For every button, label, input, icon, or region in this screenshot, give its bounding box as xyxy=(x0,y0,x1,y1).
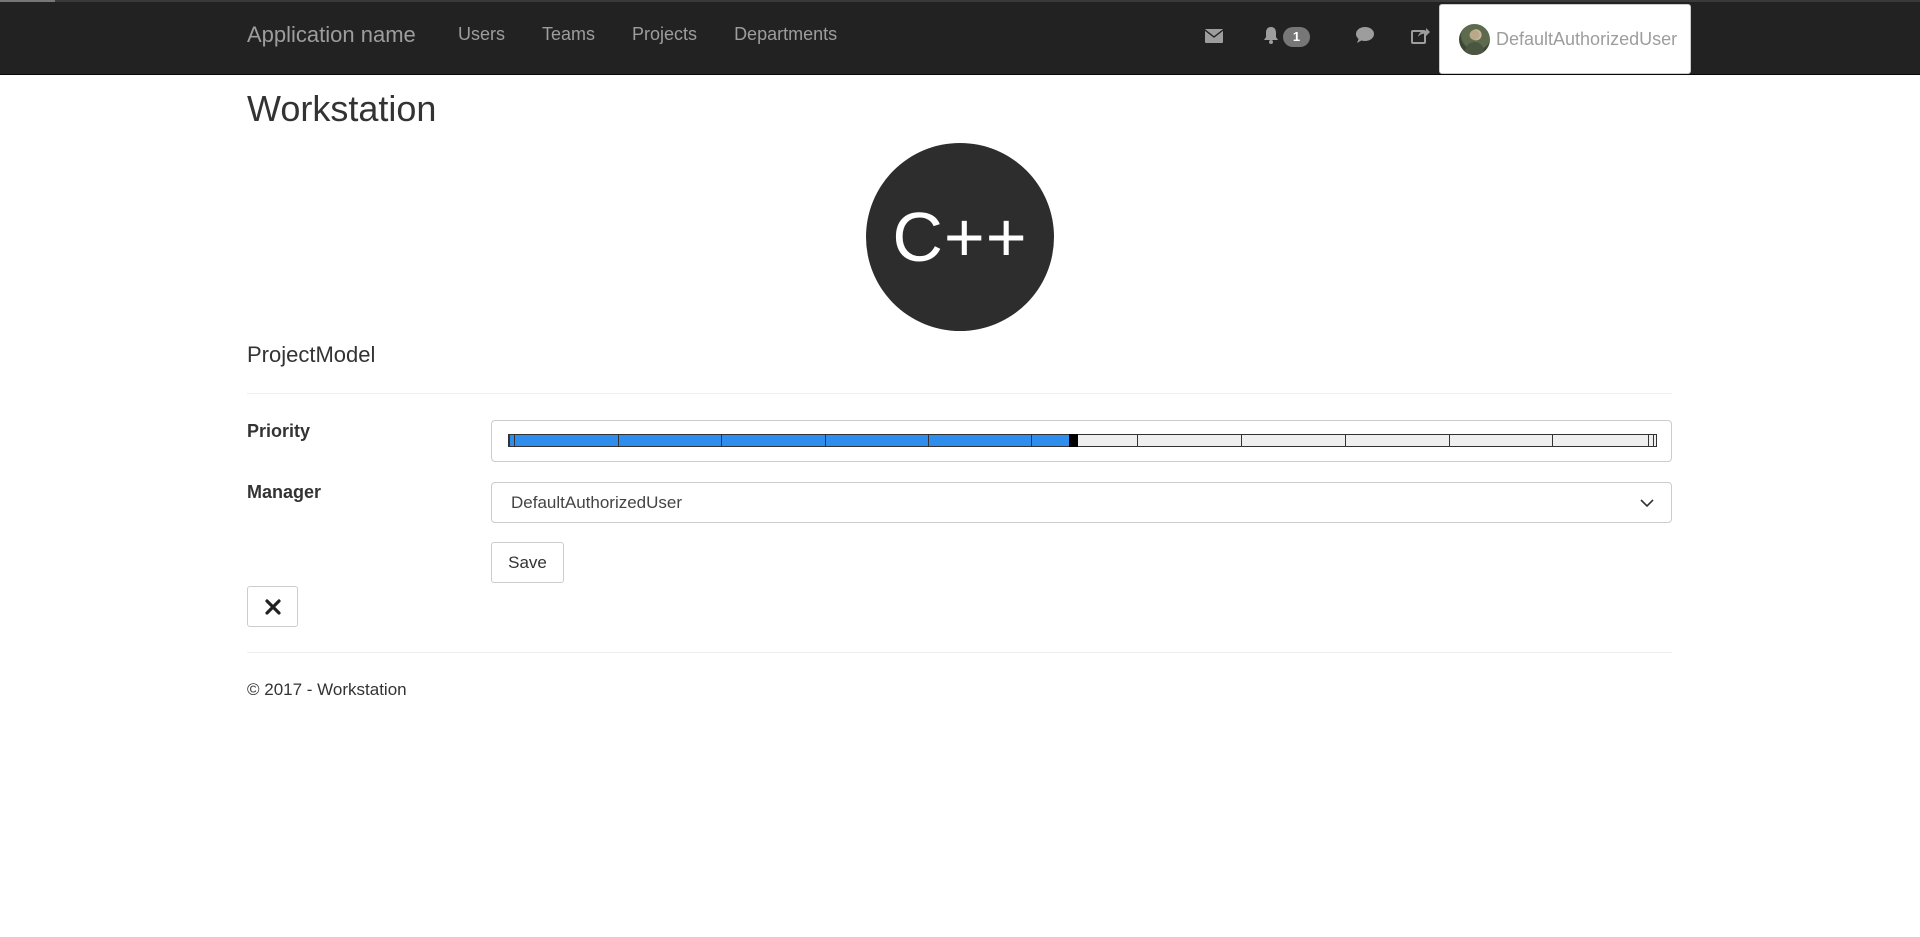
brand-link[interactable]: Application name xyxy=(247,22,416,48)
notification-badge: 1 xyxy=(1283,27,1310,47)
nav-link-users[interactable]: Users xyxy=(458,24,505,45)
slider-end-cap xyxy=(1648,435,1654,446)
slider-tick xyxy=(1241,435,1242,446)
nav-links: Users Teams Projects Departments xyxy=(458,2,874,75)
top-navbar: Application name Users Teams Projects De… xyxy=(0,0,1920,75)
priority-track[interactable] xyxy=(508,434,1657,447)
slider-thumb[interactable] xyxy=(1069,434,1079,447)
divider xyxy=(247,393,1672,394)
chevron-down-icon xyxy=(1640,499,1654,508)
section-title: ProjectModel xyxy=(247,342,376,367)
share-icon[interactable] xyxy=(1411,26,1433,46)
slider-tick xyxy=(618,435,619,446)
slider-tick xyxy=(1449,435,1450,446)
priority-fill xyxy=(509,435,1071,446)
avatar xyxy=(1459,24,1490,55)
slider-start-cap xyxy=(509,435,515,446)
save-button[interactable]: Save xyxy=(491,542,564,583)
user-name: DefaultAuthorizedUser xyxy=(1496,29,1678,49)
comment-icon[interactable] xyxy=(1355,26,1377,46)
page-title: Workstation xyxy=(247,88,437,129)
slider-tick xyxy=(1031,435,1032,446)
priority-slider[interactable] xyxy=(491,420,1672,462)
nav-link-departments[interactable]: Departments xyxy=(734,24,837,45)
user-menu[interactable]: DefaultAuthorizedUser xyxy=(1439,4,1691,74)
slider-tick xyxy=(928,435,929,446)
priority-label: Priority xyxy=(247,421,311,441)
navbar-top-line xyxy=(0,0,55,2)
bell-icon[interactable] xyxy=(1262,26,1284,46)
slider-tick xyxy=(1345,435,1346,446)
footer-text: © 2017 - Workstation xyxy=(247,680,407,699)
manager-select[interactable]: DefaultAuthorizedUser xyxy=(491,482,1672,523)
manager-select-value: DefaultAuthorizedUser xyxy=(511,493,683,512)
slider-tick xyxy=(1552,435,1553,446)
footer-divider xyxy=(247,652,1672,653)
nav-link-teams[interactable]: Teams xyxy=(542,24,595,45)
close-button[interactable] xyxy=(247,586,298,627)
envelope-icon[interactable] xyxy=(1204,26,1227,46)
project-avatar: C++ xyxy=(866,143,1054,331)
manager-label: Manager xyxy=(247,482,322,502)
nav-link-projects[interactable]: Projects xyxy=(632,24,697,45)
slider-tick xyxy=(721,435,722,446)
slider-tick xyxy=(1137,435,1138,446)
close-icon xyxy=(265,599,281,615)
slider-tick xyxy=(825,435,826,446)
